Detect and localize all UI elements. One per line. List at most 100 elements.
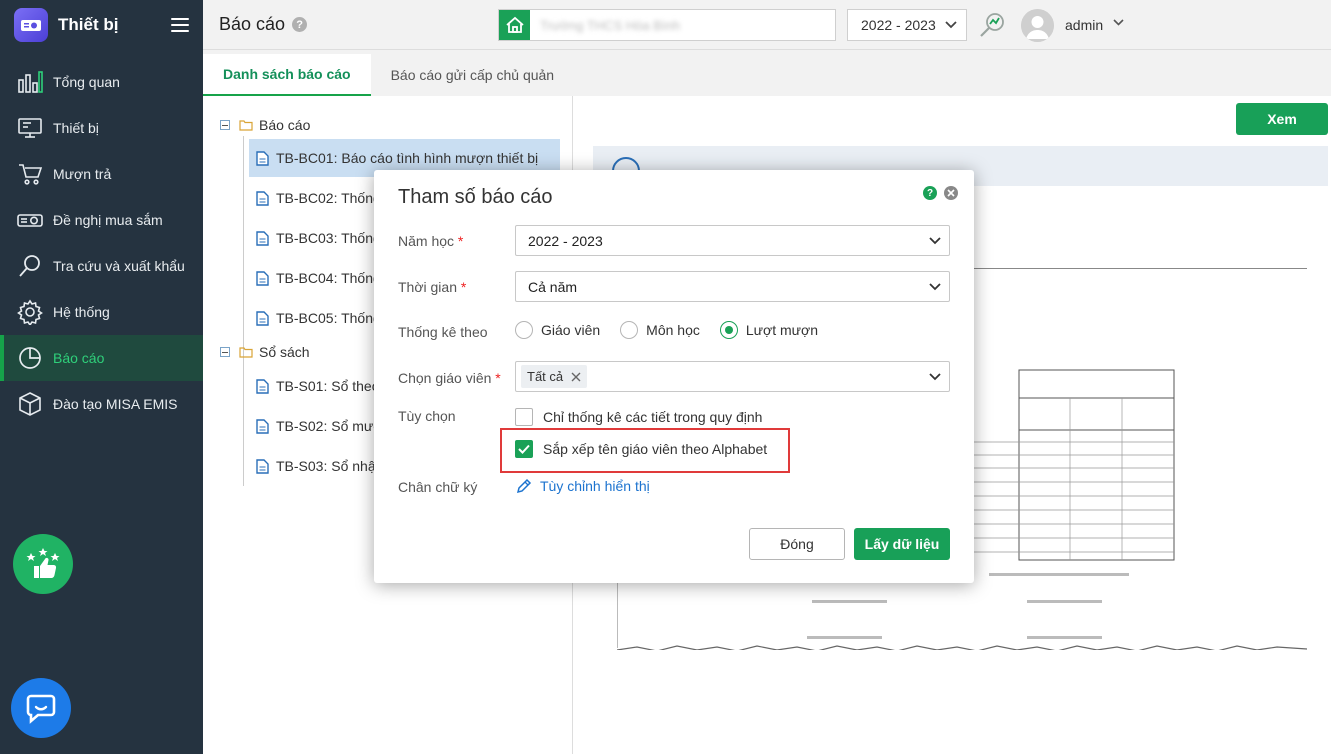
sidebar-item-label: Tổng quan bbox=[53, 74, 120, 90]
avatar[interactable] bbox=[1021, 9, 1054, 42]
sidebar-item-thiet-bi[interactable]: Thiết bị bbox=[0, 105, 203, 151]
chat-bubble-icon bbox=[26, 694, 56, 724]
search-icon bbox=[17, 253, 43, 279]
radio-label: Lượt mượn bbox=[745, 322, 818, 338]
sidebar-item-he-thong[interactable]: Hệ thống bbox=[0, 289, 203, 335]
help-icon[interactable]: ? bbox=[292, 17, 308, 32]
tree-item-label: TB-BC01: Báo cáo tình hình mượn thiết bị bbox=[276, 150, 539, 166]
radio-borrow-count[interactable]: Lượt mượn bbox=[719, 321, 818, 339]
period-dropdown-value: Cả năm bbox=[528, 278, 578, 295]
user-chevron-down-icon[interactable] bbox=[1113, 19, 1124, 26]
menu-toggle-icon[interactable] bbox=[171, 18, 189, 32]
field-label-stat-by: Thống kê theo bbox=[398, 324, 488, 340]
tree-group-label: Báo cáo bbox=[259, 117, 311, 133]
tag-label: Tất cả bbox=[527, 369, 564, 384]
field-label-period: Thời gian * bbox=[398, 279, 466, 295]
radio-teacher[interactable]: Giáo viên bbox=[515, 321, 600, 339]
field-label-options: Tùy chọn bbox=[398, 408, 456, 424]
chevron-down-icon bbox=[929, 282, 941, 290]
feedback-button[interactable] bbox=[13, 534, 73, 594]
radio-circle bbox=[515, 321, 533, 339]
teacher-multiselect[interactable]: Tất cả bbox=[515, 361, 950, 392]
sidebar: Thiết bị Tổng quan Thiết bị Mượn trả Đề … bbox=[0, 0, 203, 754]
pencil-icon bbox=[516, 478, 532, 494]
school-name: Trường THCS Hòa Bình bbox=[540, 17, 681, 33]
tree-item-s02[interactable]: TB-S02: Sổ mượn bbox=[249, 407, 390, 445]
sidebar-item-label: Báo cáo bbox=[53, 350, 105, 366]
field-label-teacher: Chọn giáo viên * bbox=[398, 370, 501, 386]
collapse-icon[interactable] bbox=[220, 120, 230, 130]
user-name[interactable]: admin bbox=[1065, 17, 1103, 33]
close-icon[interactable] bbox=[944, 186, 958, 200]
sidebar-item-label: Đề nghị mua sắm bbox=[53, 212, 163, 228]
app-title: Thiết bị bbox=[58, 15, 119, 34]
document-icon bbox=[256, 230, 269, 246]
highlight-box bbox=[500, 428, 790, 473]
statistics-search-icon[interactable] bbox=[978, 11, 1006, 39]
tab-bar: Danh sách báo cáo Báo cáo gửi cấp chủ qu… bbox=[203, 50, 1331, 96]
checkbox-label: Chỉ thống kê các tiết trong quy định bbox=[543, 409, 763, 425]
year-dropdown[interactable]: 2022 - 2023 bbox=[515, 225, 950, 256]
radio-subject[interactable]: Môn học bbox=[620, 321, 700, 339]
document-icon bbox=[256, 150, 269, 166]
chevron-down-icon bbox=[929, 236, 941, 244]
collapse-icon[interactable] bbox=[220, 347, 230, 357]
document-icon bbox=[256, 458, 269, 474]
year-select[interactable]: 2022 - 2023 bbox=[847, 9, 967, 41]
view-button[interactable]: Xem bbox=[1236, 103, 1328, 135]
tree-group-bao-cao[interactable]: Báo cáo bbox=[220, 117, 310, 133]
app-logo-icon bbox=[14, 8, 48, 42]
home-icon bbox=[499, 10, 530, 40]
sidebar-item-tong-quan[interactable]: Tổng quan bbox=[0, 59, 203, 105]
sidebar-item-label: Tra cứu và xuất khẩu bbox=[53, 258, 185, 274]
help-icon[interactable]: ? bbox=[923, 186, 937, 200]
report-params-dialog: Tham số báo cáo ? Năm học * 2022 - 2023 … bbox=[374, 170, 974, 583]
document-icon bbox=[256, 310, 269, 326]
stat-by-radio-group: Giáo viên Môn học Lượt mượn bbox=[515, 321, 838, 339]
sidebar-item-label: Đào tạo MISA EMIS bbox=[53, 396, 178, 412]
sidebar-item-de-nghi-mua-sam[interactable]: Đề nghị mua sắm bbox=[0, 197, 203, 243]
radio-label: Giáo viên bbox=[541, 322, 601, 338]
sidebar-item-muon-tra[interactable]: Mượn trả bbox=[0, 151, 203, 197]
cart-icon bbox=[17, 161, 43, 187]
period-dropdown[interactable]: Cả năm bbox=[515, 271, 950, 302]
school-selector[interactable]: Trường THCS Hòa Bình bbox=[498, 9, 836, 41]
cube-icon bbox=[17, 391, 43, 417]
monitor-icon bbox=[17, 115, 43, 141]
sidebar-nav: Tổng quan Thiết bị Mượn trả Đề nghị mua … bbox=[0, 59, 203, 427]
pie-chart-icon bbox=[17, 345, 43, 371]
document-icon bbox=[256, 418, 269, 434]
sidebar-item-tra-cuu[interactable]: Tra cứu và xuất khẩu bbox=[0, 243, 203, 289]
label-text: Thời gian bbox=[398, 279, 457, 295]
year-select-value: 2022 - 2023 bbox=[861, 17, 936, 33]
label-text: Chọn giáo viên bbox=[398, 370, 492, 386]
field-label-signature: Chân chữ ký bbox=[398, 479, 478, 495]
thumbs-up-stars-icon bbox=[26, 548, 60, 578]
sidebar-item-bao-cao[interactable]: Báo cáo bbox=[0, 335, 203, 381]
year-dropdown-value: 2022 - 2023 bbox=[528, 232, 603, 249]
checkbox[interactable] bbox=[515, 408, 533, 426]
sidebar-item-label: Hệ thống bbox=[53, 304, 110, 320]
close-button[interactable]: Đóng bbox=[749, 528, 845, 560]
chevron-down-icon bbox=[929, 372, 941, 380]
sidebar-item-label: Thiết bị bbox=[53, 120, 99, 136]
tree-connector bbox=[243, 136, 244, 486]
sidebar-item-label: Mượn trả bbox=[53, 166, 112, 182]
document-icon bbox=[256, 190, 269, 206]
tab-report-to-authority[interactable]: Báo cáo gửi cấp chủ quản bbox=[371, 54, 575, 96]
tree-group-label: Sổ sách bbox=[259, 344, 310, 360]
fetch-data-button[interactable]: Lấy dữ liệu bbox=[854, 528, 950, 560]
sidebar-item-dao-tao[interactable]: Đào tạo MISA EMIS bbox=[0, 381, 203, 427]
document-icon bbox=[256, 270, 269, 286]
tab-report-list[interactable]: Danh sách báo cáo bbox=[203, 54, 371, 96]
field-label-year: Năm học * bbox=[398, 233, 463, 249]
remove-tag-icon[interactable] bbox=[571, 372, 581, 382]
document-icon bbox=[256, 378, 269, 394]
selected-tag: Tất cả bbox=[521, 365, 588, 388]
brand: Thiết bị bbox=[0, 0, 203, 50]
chat-button[interactable] bbox=[11, 678, 71, 738]
gear-icon bbox=[17, 299, 43, 325]
customize-display-link[interactable]: Tùy chỉnh hiển thị bbox=[515, 477, 650, 495]
tree-group-so-sach[interactable]: Sổ sách bbox=[220, 344, 310, 360]
option-regulated-periods[interactable]: Chỉ thống kê các tiết trong quy định bbox=[515, 408, 762, 426]
